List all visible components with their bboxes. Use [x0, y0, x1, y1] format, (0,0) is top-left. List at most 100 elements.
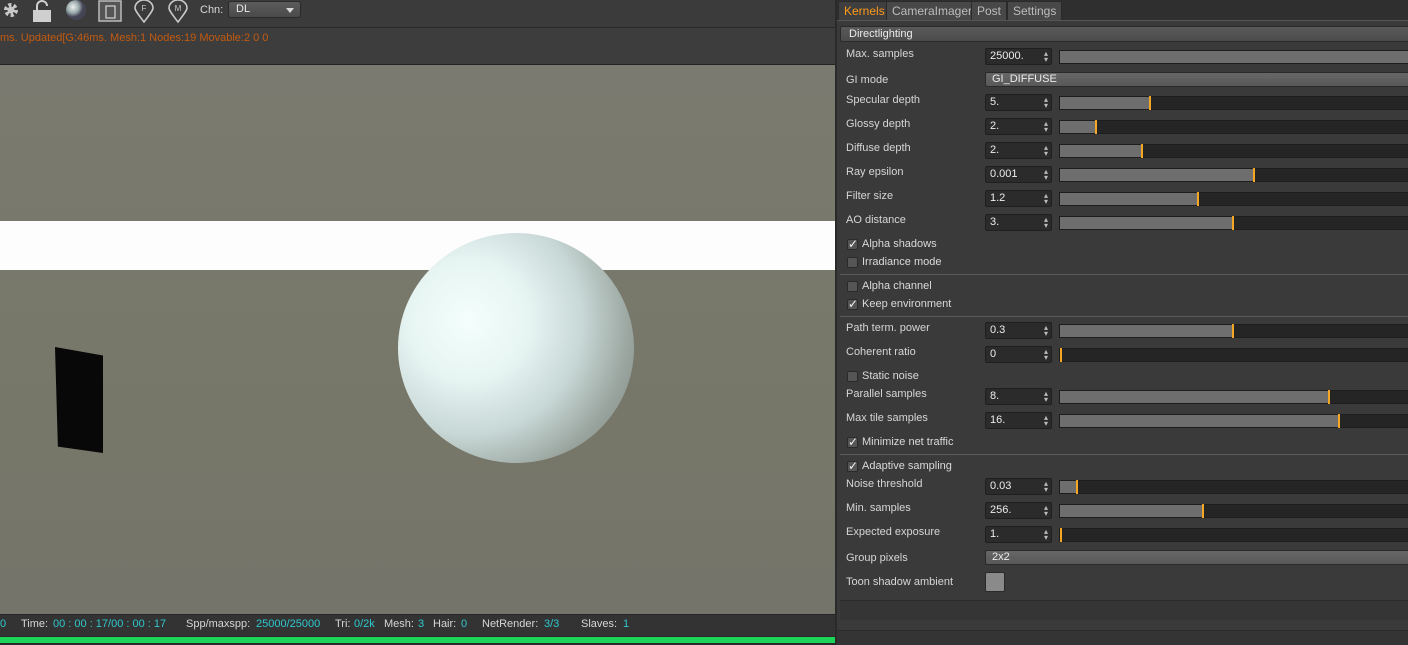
- svg-text:F: F: [142, 4, 147, 13]
- slider-thumb[interactable]: [1338, 414, 1340, 428]
- slider-thumb[interactable]: [1060, 528, 1062, 542]
- static-noise-checkbox[interactable]: [847, 371, 858, 382]
- tab-cameraimager[interactable]: CameraImager: [886, 1, 979, 20]
- gi-mode-dropdown[interactable]: GI_DIFFUSE: [985, 72, 1408, 87]
- path-term-power-input[interactable]: 0.3 ▴ ▾: [985, 322, 1052, 339]
- spin-arrows-icon[interactable]: ▴ ▾: [1044, 504, 1048, 518]
- specular-depth-input[interactable]: 5. ▴ ▾: [985, 94, 1052, 111]
- keep-environment-label: Keep environment: [862, 298, 952, 310]
- spin-arrows-icon[interactable]: ▴ ▾: [1044, 50, 1048, 64]
- specular-depth-slider[interactable]: [1059, 96, 1408, 110]
- parallel-samples-slider[interactable]: [1059, 390, 1408, 404]
- max-samples-input[interactable]: 25000. ▴ ▾: [985, 48, 1052, 65]
- ao-distance-input[interactable]: 3. ▴ ▾: [985, 214, 1052, 231]
- slider-thumb[interactable]: [1197, 192, 1199, 206]
- stat-time-value: 00 : 00 : 17/00 : 00 : 17: [53, 618, 167, 630]
- slider-thumb[interactable]: [1232, 324, 1234, 338]
- slider-thumb[interactable]: [1095, 120, 1097, 134]
- parallel-samples-input[interactable]: 8. ▴ ▾: [985, 388, 1052, 405]
- slider-fill: [1060, 325, 1232, 337]
- channel-label: Chn:: [200, 4, 224, 16]
- expected-exposure-input[interactable]: 1. ▴ ▾: [985, 526, 1052, 543]
- max-tile-samples-value: 16.: [990, 414, 1006, 426]
- ray-epsilon-input[interactable]: 0.001 ▴ ▾: [985, 166, 1052, 183]
- tab-settings[interactable]: Settings: [1007, 1, 1063, 20]
- adaptive-sampling-checkbox[interactable]: ✓: [847, 460, 858, 472]
- spin-arrows-icon[interactable]: ▴ ▾: [1044, 390, 1048, 404]
- slider-thumb[interactable]: [1076, 480, 1078, 494]
- clay-mode-icon[interactable]: [97, 0, 123, 24]
- tab-kernels[interactable]: Kernels: [838, 1, 891, 20]
- minimize-net-traffic-checkbox[interactable]: ✓: [847, 436, 858, 448]
- group-pixels-dropdown[interactable]: 2x2: [985, 550, 1408, 565]
- filter-size-slider[interactable]: [1059, 192, 1408, 206]
- ray-epsilon-slider[interactable]: [1059, 168, 1408, 182]
- max-samples-value: 25000.: [990, 50, 1024, 62]
- glossy-depth-slider[interactable]: [1059, 120, 1408, 134]
- material-ball-icon[interactable]: [63, 0, 89, 24]
- slider-thumb[interactable]: [1141, 144, 1143, 158]
- material-pin-icon[interactable]: M: [165, 0, 191, 24]
- section-divider: [840, 274, 1408, 275]
- spin-arrows-icon[interactable]: ▴ ▾: [1044, 120, 1048, 134]
- ao-distance-slider[interactable]: [1059, 216, 1408, 230]
- irradiance-mode-label: Irradiance mode: [862, 256, 942, 268]
- max-samples-slider[interactable]: [1059, 50, 1408, 64]
- spin-arrows-icon[interactable]: ▴ ▾: [1044, 528, 1048, 542]
- gear-icon[interactable]: [0, 0, 26, 24]
- minimize-net-traffic-label: Minimize net traffic: [862, 436, 954, 448]
- toon-shadow-ambient-color-swatch[interactable]: [985, 572, 1005, 592]
- expected-exposure-slider[interactable]: [1059, 528, 1408, 542]
- diffuse-depth-slider[interactable]: [1059, 144, 1408, 158]
- slider-thumb[interactable]: [1202, 504, 1204, 518]
- channel-select[interactable]: DL: [228, 1, 301, 18]
- spin-arrows-icon[interactable]: ▴ ▾: [1044, 168, 1048, 182]
- diffuse-depth-input[interactable]: 2. ▴ ▾: [985, 142, 1052, 159]
- lock-icon[interactable]: [29, 0, 55, 24]
- max-tile-samples-input[interactable]: 16. ▴ ▾: [985, 412, 1052, 429]
- spin-arrows-icon[interactable]: ▴ ▾: [1044, 96, 1048, 110]
- stat-time-label: Time:: [21, 618, 49, 630]
- stat-netrender-label: NetRender:: [482, 618, 539, 630]
- kernel-type-dropdown[interactable]: Directlighting: [840, 26, 1408, 42]
- spin-arrows-icon[interactable]: ▴ ▾: [1044, 414, 1048, 428]
- spin-arrows-icon[interactable]: ▴ ▾: [1044, 480, 1048, 494]
- stat-mesh-label: Mesh:: [384, 618, 414, 630]
- slider-thumb[interactable]: [1328, 390, 1330, 404]
- noise-threshold-slider[interactable]: [1059, 480, 1408, 494]
- min-samples-input[interactable]: 256. ▴ ▾: [985, 502, 1052, 519]
- slider-thumb[interactable]: [1253, 168, 1255, 182]
- channel-select-value: DL: [236, 3, 251, 15]
- irradiance-mode-checkbox[interactable]: [847, 257, 858, 268]
- parallel-samples-label: Parallel samples: [846, 388, 927, 400]
- glossy-depth-input[interactable]: 2. ▴ ▾: [985, 118, 1052, 135]
- slider-fill: [1060, 97, 1149, 109]
- max-tile-samples-slider[interactable]: [1059, 414, 1408, 428]
- tab-post[interactable]: Post: [971, 1, 1008, 20]
- chevron-down-icon: [286, 8, 294, 13]
- noise-threshold-input[interactable]: 0.03 ▴ ▾: [985, 478, 1052, 495]
- spin-arrows-icon[interactable]: ▴ ▾: [1044, 216, 1048, 230]
- svg-text:M: M: [175, 4, 182, 13]
- path-term-power-slider[interactable]: [1059, 324, 1408, 338]
- alpha-channel-checkbox[interactable]: [847, 281, 858, 292]
- keep-environment-checkbox[interactable]: ✓: [847, 298, 858, 310]
- expected-exposure-value: 1.: [990, 528, 1000, 540]
- slider-thumb[interactable]: [1232, 216, 1234, 230]
- coherent-ratio-input[interactable]: 0 ▴ ▾: [985, 346, 1052, 363]
- slider-thumb[interactable]: [1060, 348, 1062, 362]
- filter-size-input[interactable]: 1.2 ▴ ▾: [985, 190, 1052, 207]
- render-image[interactable]: [0, 65, 835, 614]
- group-pixels-label: Group pixels: [846, 552, 908, 564]
- slider-thumb[interactable]: [1149, 96, 1151, 110]
- alpha-shadows-checkbox[interactable]: ✓: [847, 238, 858, 250]
- focus-pin-icon[interactable]: F: [131, 0, 157, 24]
- min-samples-slider[interactable]: [1059, 504, 1408, 518]
- spin-arrows-icon[interactable]: ▴ ▾: [1044, 144, 1048, 158]
- spin-arrows-icon[interactable]: ▴ ▾: [1044, 324, 1048, 338]
- spin-arrows-icon[interactable]: ▴ ▾: [1044, 192, 1048, 206]
- spin-arrows-icon[interactable]: ▴ ▾: [1044, 348, 1048, 362]
- path-term-power-label: Path term. power: [846, 322, 930, 334]
- coherent-ratio-slider[interactable]: [1059, 348, 1408, 362]
- glossy-depth-label: Glossy depth: [846, 118, 911, 130]
